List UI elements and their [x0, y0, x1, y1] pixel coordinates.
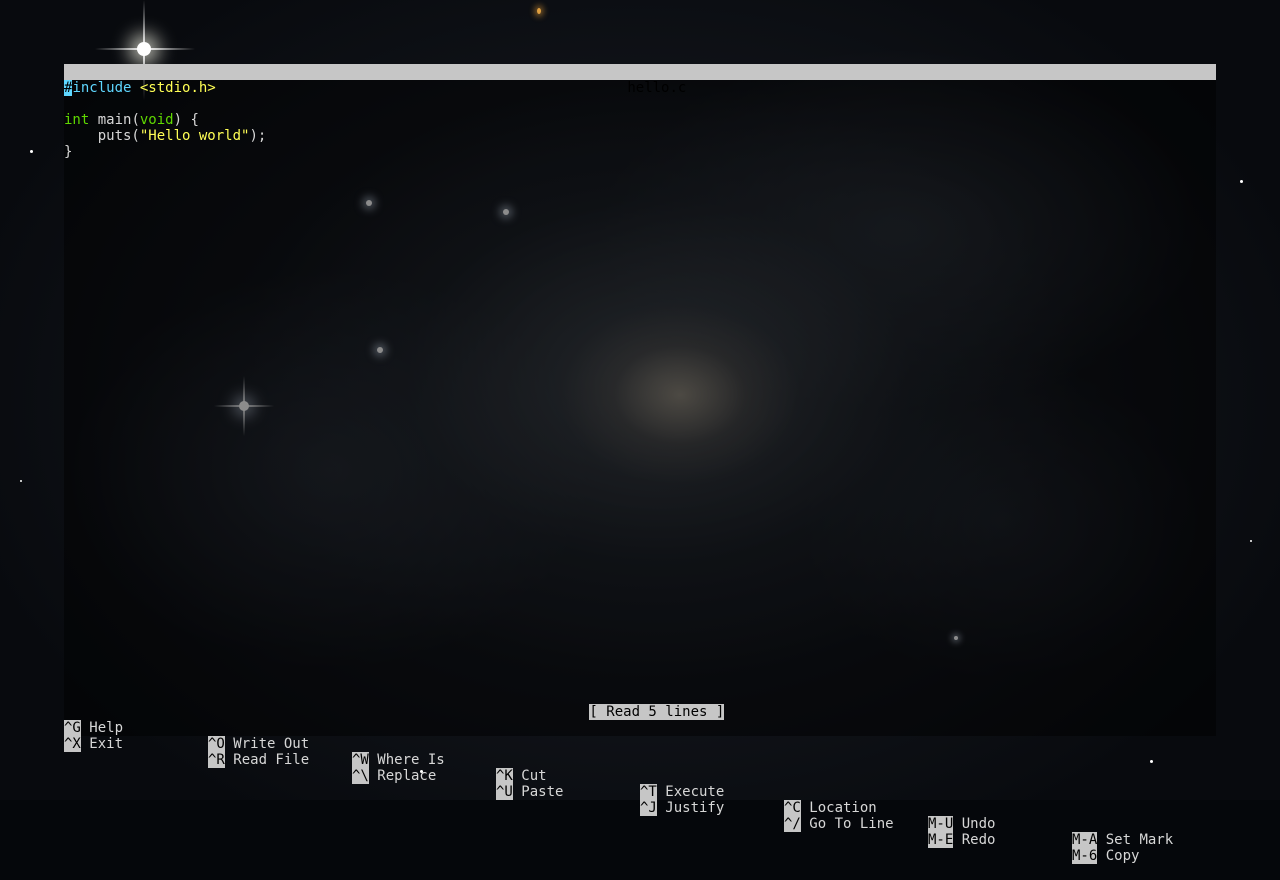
star-flare [95, 48, 195, 50]
star [1240, 180, 1243, 183]
code-line-4[interactable]: puts("Hello world"); [64, 128, 1216, 144]
shortcut-redo[interactable]: M-E Redo [928, 832, 995, 848]
shortcut-label: Write Out [224, 736, 310, 752]
code-line-1[interactable]: #include <stdio.h> [64, 80, 1216, 96]
star [20, 480, 22, 482]
shortcut-key: ^\ [352, 768, 369, 784]
shortcut-copy[interactable]: M-6 Copy [1072, 848, 1139, 864]
star [537, 8, 541, 14]
shortcut-label: Copy [1097, 848, 1140, 864]
shortcut-label: Undo [953, 816, 996, 832]
shortcut-row-bottom: ^X Exit ^R Read File ^\ Replace ^U Paste… [64, 720, 1216, 864]
shortcut-key: ^C [784, 800, 801, 816]
code-punctuation: ) { [173, 112, 199, 128]
shortcut-key: ^U [496, 784, 513, 800]
function-name: main( [89, 112, 140, 128]
shortcut-label: Go To Line [800, 816, 894, 832]
shortcut-key: ^O [208, 736, 225, 752]
function-call: puts( [64, 128, 140, 144]
shortcut-read-file[interactable]: ^R Read File [208, 752, 309, 768]
shortcut-key: ^X [64, 736, 81, 752]
shortcut-label: Redo [953, 832, 996, 848]
shortcut-exit[interactable]: ^X Exit [64, 736, 123, 752]
type-keyword: int [64, 112, 90, 128]
shortcut-replace[interactable]: ^\ Replace [352, 768, 436, 784]
shortcut-write-out[interactable]: ^O Write Out [208, 736, 309, 752]
include-header: <stdio.h> [131, 80, 216, 96]
shortcut-key: ^W [352, 752, 369, 768]
shortcut-paste[interactable]: ^U Paste [496, 784, 563, 800]
shortcut-label: Read File [224, 752, 310, 768]
code-line-3[interactable]: int main(void) { [64, 112, 1216, 128]
shortcut-key: M-E [928, 832, 954, 848]
string-literal: "Hello world" [139, 128, 250, 144]
shortcut-where-is[interactable]: ^W Where Is [352, 752, 445, 768]
preprocessor-directive: include [72, 80, 132, 96]
shortcut-go-to-line[interactable]: ^/ Go To Line [784, 816, 894, 832]
code-punctuation: ); [249, 128, 267, 144]
code-line-2[interactable] [64, 96, 1216, 112]
shortcut-key: ^R [208, 752, 225, 768]
shortcut-row-top: ^G Help ^O Write Out ^W Where Is ^K Cut … [64, 704, 1216, 848]
shortcut-label: Execute [656, 784, 725, 800]
shortcut-location[interactable]: ^C Location [784, 800, 877, 816]
shortcut-key: M-6 [1072, 848, 1098, 864]
star [1250, 540, 1252, 542]
shortcut-key: ^/ [784, 816, 801, 832]
nano-editor-window[interactable]: hello.c #include <stdio.h> int main(void… [64, 64, 1216, 864]
shortcut-label: Set Mark [1097, 832, 1174, 848]
shortcut-label: Location [800, 800, 877, 816]
shortcut-key: ^T [640, 784, 657, 800]
shortcut-label: Exit [80, 736, 124, 752]
shortcut-undo[interactable]: M-U Undo [928, 816, 995, 832]
param-keyword: void [139, 112, 174, 128]
shortcut-label: Paste [512, 784, 564, 800]
shortcut-justify[interactable]: ^J Justify [640, 800, 724, 816]
shortcut-label: Replace [368, 768, 437, 784]
shortcut-key: ^K [496, 768, 513, 784]
star [30, 150, 33, 153]
editor-title-bar: hello.c [64, 64, 1216, 96]
shortcut-key: M-A [1072, 832, 1098, 848]
code-line-5[interactable]: } [64, 144, 1216, 160]
shortcut-key: M-U [928, 816, 954, 832]
shortcut-execute[interactable]: ^T Execute [640, 784, 724, 800]
shortcut-label: Cut [512, 768, 547, 784]
star [1150, 760, 1153, 763]
shortcut-key: ^J [640, 800, 657, 816]
shortcut-label: Where Is [368, 752, 445, 768]
closing-brace: } [64, 144, 73, 160]
shortcut-label: Justify [656, 800, 725, 816]
shortcut-cut[interactable]: ^K Cut [496, 768, 547, 784]
shortcut-set-mark[interactable]: M-A Set Mark [1072, 832, 1173, 848]
status-bar: [ Read 5 lines ] [64, 688, 1216, 720]
